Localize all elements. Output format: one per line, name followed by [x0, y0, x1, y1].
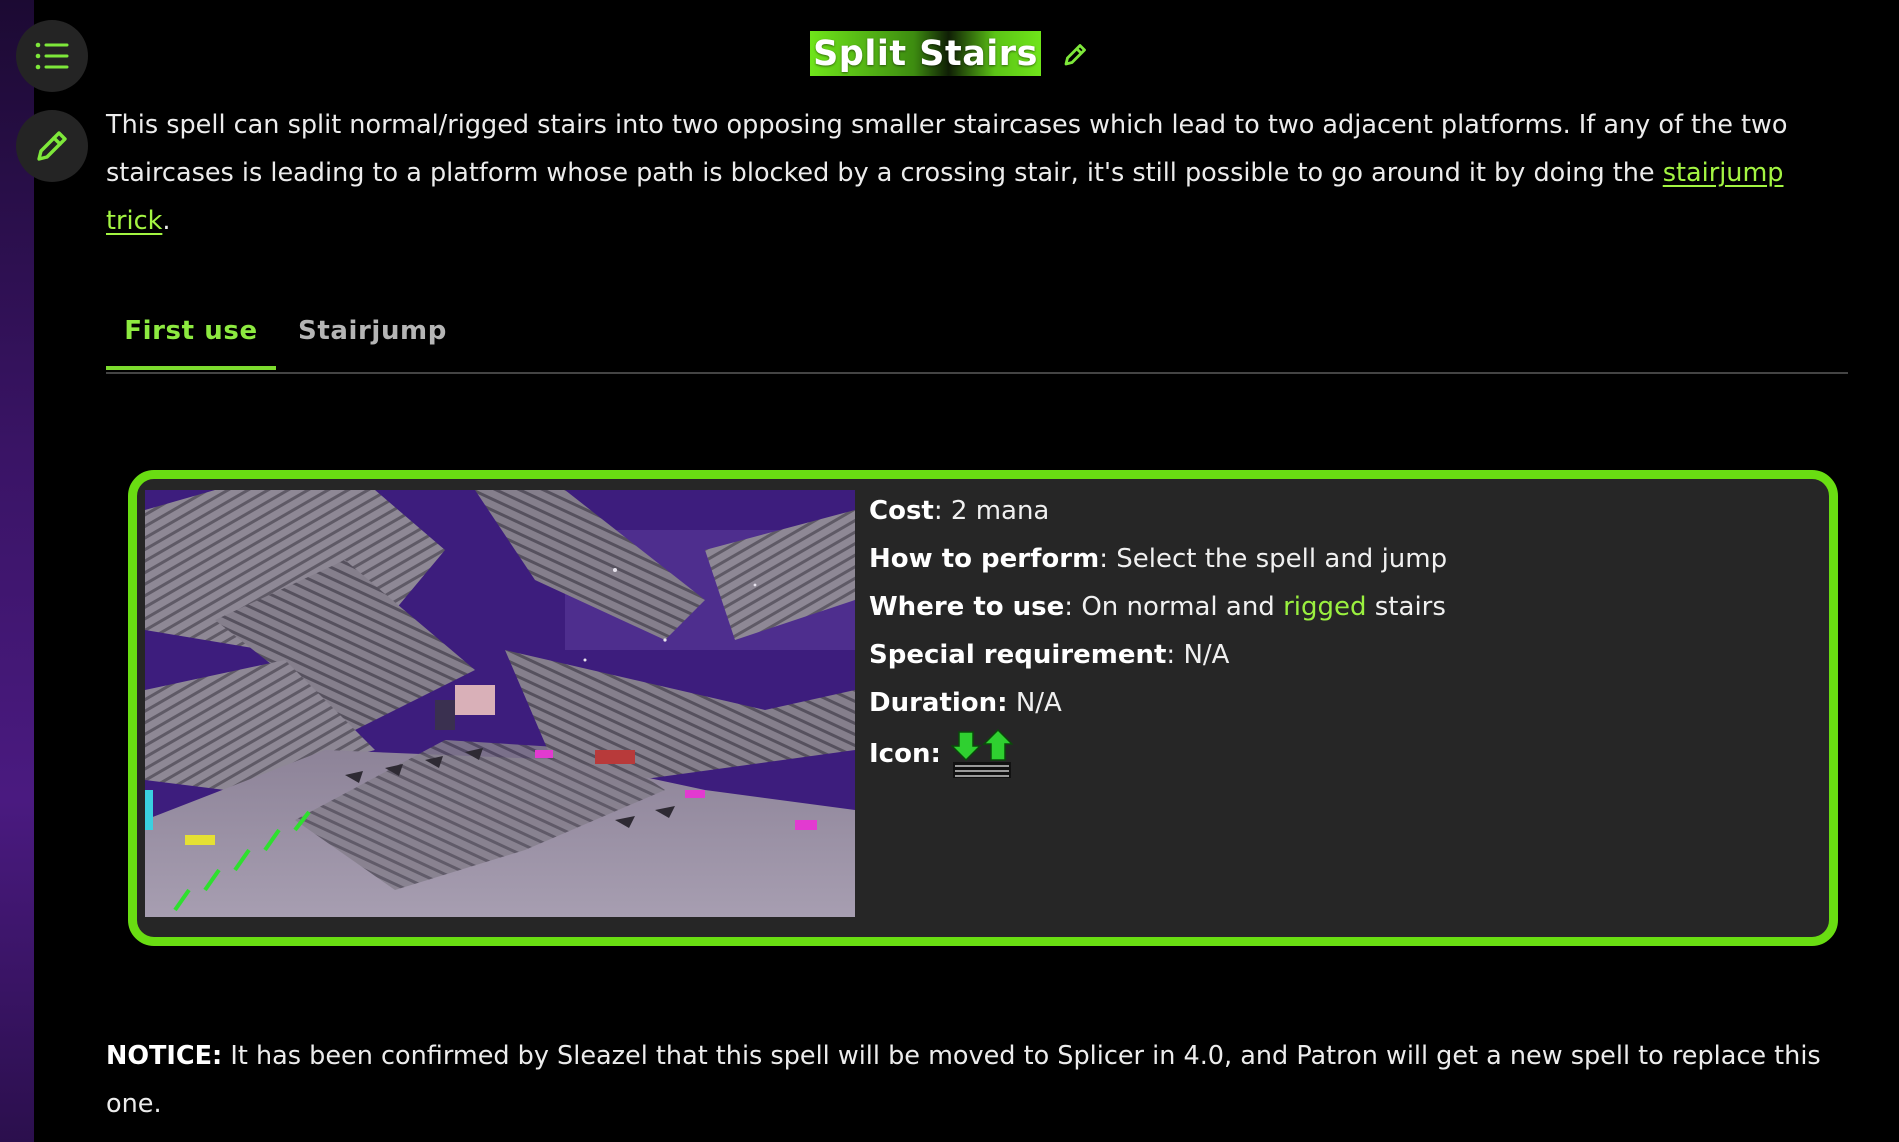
tab-first-use[interactable]: First use: [106, 312, 276, 370]
requirement-label: Special requirement: [869, 640, 1167, 670]
requirement-value: : N/A: [1166, 640, 1230, 670]
cost-value: : 2 mana: [933, 496, 1050, 526]
icon-label: Icon:: [869, 739, 941, 769]
perform-value: : Select the spell and jump: [1099, 544, 1448, 574]
icon-row: Icon:: [869, 727, 1447, 781]
intro-text: This spell can split normal/rigged stair…: [106, 110, 1788, 188]
cost-row: Cost: 2 mana: [869, 487, 1447, 535]
title-highlight: Split Stairs: [810, 31, 1041, 76]
notice-label: NOTICE:: [106, 1041, 223, 1071]
intro-text-end: .: [162, 206, 171, 236]
tab-bar: First use Stairjump: [106, 312, 1848, 374]
requirement-row: Special requirement: N/A: [869, 631, 1447, 679]
where-row: Where to use: On normal and rigged stair…: [869, 583, 1447, 631]
page-title: Split Stairs: [813, 33, 1038, 74]
perform-label: How to perform: [869, 544, 1100, 574]
where-value: : On normal and: [1064, 592, 1284, 622]
duration-label: Duration:: [869, 688, 1008, 718]
spell-info-card: Cost: 2 mana How to perform: Select the …: [128, 470, 1838, 946]
rigged-link[interactable]: rigged: [1283, 592, 1366, 622]
split-stairs-icon: [950, 728, 1013, 780]
pencil-icon: [33, 127, 71, 165]
where-label: Where to use: [869, 592, 1065, 622]
cost-label: Cost: [869, 496, 934, 526]
spell-details: Cost: 2 mana How to perform: Select the …: [869, 487, 1447, 781]
page: Split Stairs This spell can split normal…: [0, 0, 1899, 1142]
perform-row: How to perform: Select the spell and jum…: [869, 535, 1447, 583]
duration-row: Duration: N/A: [869, 679, 1447, 727]
notice-text: It has been confirmed by Sleazel that th…: [106, 1041, 1821, 1119]
title-row: Split Stairs: [0, 31, 1899, 76]
tab-stairjump[interactable]: Stairjump: [298, 312, 447, 370]
where-value-end: stairs: [1366, 592, 1446, 622]
edit-title-button[interactable]: [1063, 41, 1089, 67]
spell-demo-screenshot: [145, 490, 855, 917]
edit-page-button[interactable]: [16, 110, 88, 182]
notice-paragraph: NOTICE: It has been confirmed by Sleazel…: [106, 1032, 1851, 1128]
duration-value: N/A: [1007, 688, 1062, 718]
pencil-icon: [1064, 43, 1086, 65]
intro-paragraph: This spell can split normal/rigged stair…: [106, 101, 1851, 245]
